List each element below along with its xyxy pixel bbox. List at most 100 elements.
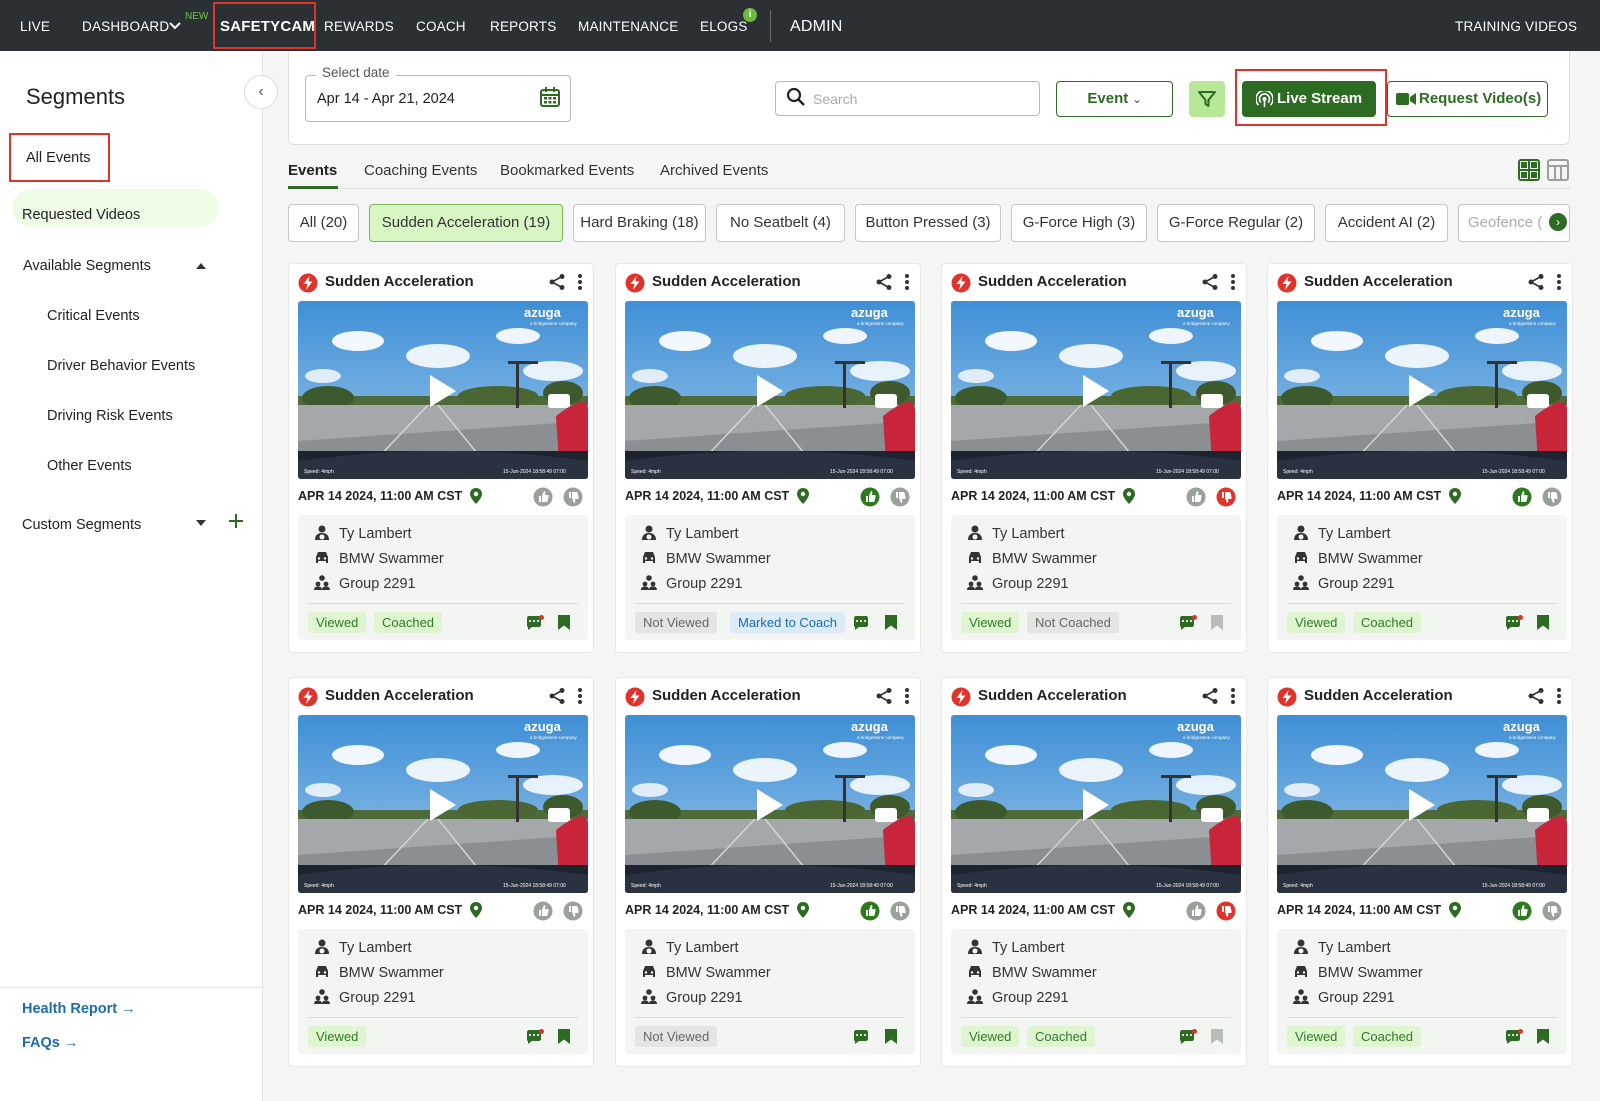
- location-pin-icon[interactable]: [796, 488, 810, 504]
- nav-training-videos[interactable]: TRAINING VIDEOS: [1455, 0, 1577, 51]
- thumbs-up-icon[interactable]: [1186, 487, 1206, 507]
- nav-safetycam[interactable]: SAFETYCAM: [220, 0, 315, 51]
- live-stream-button[interactable]: Live Stream: [1242, 81, 1376, 117]
- thumbs-up-icon[interactable]: [1512, 901, 1532, 921]
- comment-icon[interactable]: [526, 615, 544, 631]
- nav-maintenance[interactable]: MAINTENANCE: [578, 0, 678, 51]
- caret-up-icon[interactable]: [195, 262, 207, 270]
- more-options-icon[interactable]: [577, 687, 583, 705]
- request-video-button[interactable]: Request Video(s): [1387, 81, 1548, 117]
- chip-no-seatbelt[interactable]: No Seatbelt (4): [716, 204, 845, 242]
- chevron-down-icon[interactable]: [168, 20, 182, 32]
- table-view-icon[interactable]: [1547, 159, 1569, 181]
- bookmark-icon[interactable]: [1210, 614, 1224, 631]
- grid-view-icon[interactable]: [1518, 159, 1540, 181]
- location-pin-icon[interactable]: [469, 902, 483, 918]
- chip-all[interactable]: All (20): [288, 204, 359, 242]
- share-icon[interactable]: [875, 273, 893, 291]
- comment-icon[interactable]: [526, 1029, 544, 1045]
- health-report-label[interactable]: Health Report: [22, 1001, 117, 1017]
- more-options-icon[interactable]: [1230, 687, 1236, 705]
- chip-button-pressed[interactable]: Button Pressed (3): [855, 204, 1001, 242]
- caret-down-icon[interactable]: [195, 519, 207, 527]
- event-video-thumbnail[interactable]: azuga a bridgestone company Speed: 4mph …: [1277, 301, 1567, 479]
- sidebar-item-custom-segments[interactable]: Custom Segments: [22, 517, 141, 533]
- location-pin-icon[interactable]: [1122, 902, 1136, 918]
- share-icon[interactable]: [1201, 273, 1219, 291]
- bookmark-icon[interactable]: [884, 1028, 898, 1045]
- share-icon[interactable]: [1527, 687, 1545, 705]
- chevron-right-icon[interactable]: ›: [1549, 213, 1567, 231]
- comment-icon[interactable]: [1179, 615, 1197, 631]
- event-dropdown-label[interactable]: Event: [1087, 90, 1128, 107]
- bookmark-icon[interactable]: [884, 614, 898, 631]
- thumbs-up-icon[interactable]: [860, 487, 880, 507]
- more-options-icon[interactable]: [904, 273, 910, 291]
- comment-icon[interactable]: [1505, 1029, 1523, 1045]
- date-picker-value[interactable]: Apr 14 - Apr 21, 2024: [317, 91, 455, 107]
- share-icon[interactable]: [875, 687, 893, 705]
- thumbs-up-icon[interactable]: [533, 901, 553, 921]
- thumbs-down-icon[interactable]: [563, 487, 583, 507]
- event-video-thumbnail[interactable]: azuga a bridgestone company Speed: 4mph …: [298, 715, 588, 893]
- nav-coach[interactable]: COACH: [416, 0, 466, 51]
- event-card[interactable]: Sudden Acceleration azuga a bridgestone …: [288, 677, 594, 1067]
- sidebar-item-other-events[interactable]: Other Events: [47, 458, 132, 474]
- sidebar-item-driver-behavior-events[interactable]: Driver Behavior Events: [47, 358, 195, 374]
- event-card[interactable]: Sudden Acceleration azuga a bridgestone …: [941, 677, 1247, 1067]
- nav-elogs[interactable]: ELOGS: [700, 0, 748, 51]
- bookmark-icon[interactable]: [557, 614, 571, 631]
- thumbs-up-icon[interactable]: [1512, 487, 1532, 507]
- bookmark-icon[interactable]: [1536, 1028, 1550, 1045]
- event-video-thumbnail[interactable]: azuga a bridgestone company Speed: 4mph …: [951, 715, 1241, 893]
- event-video-thumbnail[interactable]: azuga a bridgestone company Speed: 4mph …: [1277, 715, 1567, 893]
- nav-admin[interactable]: ADMIN: [790, 0, 843, 51]
- event-card[interactable]: Sudden Acceleration azuga a bridgestone …: [1267, 263, 1573, 653]
- bookmark-icon[interactable]: [1210, 1028, 1224, 1045]
- faqs-label[interactable]: FAQs: [22, 1035, 60, 1051]
- event-card[interactable]: Sudden Acceleration azuga a bridgestone …: [615, 677, 921, 1067]
- tab-events[interactable]: Events: [288, 162, 337, 179]
- live-stream-label[interactable]: Live Stream: [1277, 81, 1362, 117]
- sidebar-item-available-segments[interactable]: Available Segments: [23, 258, 151, 274]
- sidebar-item-driving-risk-events[interactable]: Driving Risk Events: [47, 408, 173, 424]
- thumbs-down-icon[interactable]: [890, 901, 910, 921]
- collapse-sidebar-button[interactable]: ‹: [244, 75, 278, 109]
- bookmark-icon[interactable]: [1536, 614, 1550, 631]
- event-dropdown-button[interactable]: Event ⌄: [1056, 81, 1173, 117]
- tab-coaching-events[interactable]: Coaching Events: [364, 162, 477, 179]
- thumbs-down-icon[interactable]: [1216, 901, 1236, 921]
- event-card[interactable]: Sudden Acceleration azuga a bridgestone …: [288, 263, 594, 653]
- more-options-icon[interactable]: [904, 687, 910, 705]
- location-pin-icon[interactable]: [1448, 488, 1462, 504]
- event-card[interactable]: Sudden Acceleration azuga a bridgestone …: [615, 263, 921, 653]
- thumbs-down-icon[interactable]: [890, 487, 910, 507]
- location-pin-icon[interactable]: [469, 488, 483, 504]
- thumbs-up-icon[interactable]: [533, 487, 553, 507]
- thumbs-down-icon[interactable]: [563, 901, 583, 921]
- thumbs-down-icon[interactable]: [1216, 487, 1236, 507]
- sidebar-item-critical-events[interactable]: Critical Events: [47, 308, 140, 324]
- nav-reports[interactable]: REPORTS: [490, 0, 556, 51]
- chip-sudden-acceleration[interactable]: Sudden Acceleration (19): [369, 204, 563, 242]
- add-icon[interactable]: [228, 513, 244, 529]
- bookmark-icon[interactable]: [557, 1028, 571, 1045]
- event-video-thumbnail[interactable]: azuga a bridgestone company Speed: 4mph …: [625, 715, 915, 893]
- event-card[interactable]: Sudden Acceleration azuga a bridgestone …: [1267, 677, 1573, 1067]
- chip-g-force-high[interactable]: G-Force High (3): [1011, 204, 1147, 242]
- thumbs-up-icon[interactable]: [860, 901, 880, 921]
- health-report-link[interactable]: Health Report →: [22, 1001, 136, 1017]
- tab-archived-events[interactable]: Archived Events: [660, 162, 768, 179]
- sidebar-item-requested-videos[interactable]: Requested Videos: [22, 207, 140, 223]
- chip-g-force-regular[interactable]: G-Force Regular (2): [1157, 204, 1315, 242]
- nav-dashboard[interactable]: DASHBOARD: [82, 0, 169, 51]
- calendar-icon[interactable]: [539, 86, 561, 108]
- more-options-icon[interactable]: [1556, 273, 1562, 291]
- location-pin-icon[interactable]: [1122, 488, 1136, 504]
- location-pin-icon[interactable]: [796, 902, 810, 918]
- more-options-icon[interactable]: [577, 273, 583, 291]
- filter-button[interactable]: [1189, 81, 1225, 117]
- share-icon[interactable]: [1201, 687, 1219, 705]
- faqs-link[interactable]: FAQs →: [22, 1035, 78, 1051]
- event-video-thumbnail[interactable]: azuga a bridgestone company Speed: 4mph …: [298, 301, 588, 479]
